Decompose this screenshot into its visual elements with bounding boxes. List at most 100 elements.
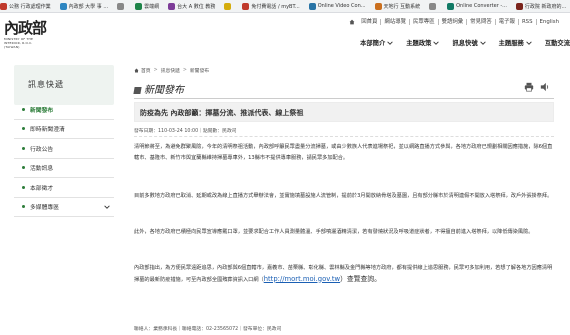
sidebar-item-label: 多媒體專區 <box>30 205 59 212</box>
bookmark-item[interactable] <box>429 2 438 10</box>
sidebar-item-news-release[interactable]: 新聞發布 <box>14 100 114 120</box>
home-icon <box>134 68 139 73</box>
sidebar-item-label: 行政公告 <box>30 146 54 153</box>
chevron-down-icon <box>387 40 393 45</box>
chevron-down-icon <box>104 204 110 209</box>
sidebar-item-clarification[interactable]: 即時新聞澄清 <box>14 120 114 139</box>
sidebar: 訊息快遞 新聞發布 即時新聞澄清 行政公告 活動訊息 本部徵才 多媒體專區 <box>0 55 123 335</box>
site-header: 內政部 MINISTRY OF THE INTERIOR, R.O.C.(TAI… <box>0 13 570 55</box>
page-title: 新聞發布 <box>133 81 184 96</box>
breadcrumb: 首頁 > 訊息快遞 > 新聞發布 <box>134 67 209 74</box>
article-paragraph: 目前多數地方政府已取消、延期或改為線上直播方式舉辦法會，並實施墳墓設施人流管制，… <box>134 193 553 199</box>
nav-news[interactable]: 訊息快號 <box>452 38 486 47</box>
bookmark-label: 內政部 大學 事 ... <box>68 3 109 10</box>
bookmark-item[interactable] <box>117 2 126 10</box>
divider <box>134 136 554 137</box>
bookmark-item[interactable]: Online Video Con... <box>308 2 366 10</box>
bookmarks-bar: 公務 行政處理作業 內政部 大學 事 ... 雲端網 台大 A 數位 教務 免付費電話 … <box>0 0 570 13</box>
util-link-english[interactable]: English <box>537 19 562 25</box>
sidebar-item-recruitment[interactable]: 本部徵才 <box>14 178 114 198</box>
bookmark-item[interactable]: 天地行 互動系統 <box>374 2 420 10</box>
article-title-box: 防疫為先 內政部籲：揮墓分流、推派代表、線上祭祖 <box>134 102 554 122</box>
bullet-icon <box>22 146 25 150</box>
util-link-faq[interactable]: 常見問答 <box>467 19 496 25</box>
bookmark-item[interactable]: 內政部 大學 事 ... <box>59 2 109 10</box>
favicon-icon <box>429 2 437 10</box>
article-title: 防疫為先 內政部籲：揮墓分流、推派代表、線上祭祖 <box>140 109 304 117</box>
bookmark-item[interactable]: 行政院 新政府的... <box>515 2 567 10</box>
article-paragraph: 此外，各地方政府已積極向民眾宣導應戴口罩，並要求配合工作人員測量體溫、手部噴灑酒… <box>134 229 534 235</box>
sidebar-item-announcement[interactable]: 行政公告 <box>14 139 114 159</box>
favicon-icon <box>117 2 125 10</box>
bullet-icon <box>22 127 25 131</box>
page-header: 新聞發布 <box>133 79 554 99</box>
util-link-home[interactable]: 回首頁 <box>358 19 382 25</box>
nav-service-label: 主題服務 <box>498 40 524 47</box>
breadcrumb-current[interactable]: 新聞發布 <box>190 67 209 74</box>
bookmark-item[interactable]: 台大 A 數位 教務 <box>168 2 215 10</box>
nav-about[interactable]: 本部簡介 <box>360 38 393 47</box>
favicon-icon <box>168 2 176 10</box>
bookmark-label: Online Converter -... <box>456 3 507 9</box>
utility-links: 回首頁 網站導覽 民眾專區 雙語詞彙 常見問答 電子報 RSS English <box>349 19 562 25</box>
util-link-glossary[interactable]: 雙語詞彙 <box>439 19 468 25</box>
bookmark-label: 公務 行政處理作業 <box>9 3 51 10</box>
bookmark-label: 雲端網 <box>144 3 160 10</box>
home-icon[interactable] <box>349 19 355 25</box>
nav-about-label: 本部簡介 <box>360 40 386 47</box>
nav-news-label: 訊息快號 <box>452 40 478 47</box>
nav-service[interactable]: 主題服務 <box>499 38 532 47</box>
breadcrumb-separator: > <box>182 68 187 73</box>
favicon-icon <box>447 2 455 10</box>
site-logo[interactable]: 內政部 MINISTRY OF THE INTERIOR, R.O.C.(TAI… <box>4 19 47 49</box>
sidebar-item-label: 新聞發布 <box>30 107 54 114</box>
breadcrumb-separator: > <box>153 68 158 73</box>
sidebar-item-label: 本部徵才 <box>30 185 54 192</box>
favicon-icon <box>515 2 523 10</box>
article-paragraph: 清明節將至，為避免群聚風險，今年的清明祭祖活動，內政部呼籲民眾盡量分流掃墓，或由… <box>134 144 553 161</box>
bookmark-item[interactable] <box>224 2 233 10</box>
main-nav: 本部簡介 主題政策 訊息快號 主題服務 互動交流 <box>347 38 570 47</box>
bookmark-label: 行政院 新政府的... <box>524 3 567 10</box>
util-link-newsletter[interactable]: 電子報 <box>496 19 519 25</box>
chevron-down-icon <box>433 40 440 45</box>
print-icon[interactable] <box>524 82 534 92</box>
favicon-icon <box>0 2 7 10</box>
bookmark-label: Online Video Con... <box>317 3 366 9</box>
util-link-public[interactable]: 民眾專區 <box>410 19 439 25</box>
bookmark-item[interactable]: Online Converter -... <box>447 2 507 10</box>
article-contact: 聯絡人：業務承科長｜聯絡電話：02-23565072｜發布單位：民政司 <box>134 327 282 332</box>
bookmark-item[interactable]: 雲端網 <box>135 2 160 10</box>
nav-policy[interactable]: 主題政策 <box>406 38 440 47</box>
mort-portal-link[interactable]: http://mort.moi.gov.tw <box>264 275 340 283</box>
chevron-down-icon <box>526 40 532 45</box>
bullet-icon <box>22 185 25 189</box>
page-title-text: 新聞發布 <box>144 85 184 96</box>
util-link-rss[interactable]: RSS <box>519 19 537 25</box>
nav-interact[interactable]: 互動交流 <box>545 38 570 47</box>
util-link-sitemap[interactable]: 網站導覽 <box>381 19 411 25</box>
sidebar-item-events[interactable]: 活動訊息 <box>14 159 114 178</box>
bookmark-item[interactable]: 公務 行政處理作業 <box>0 2 51 10</box>
chevron-down-icon <box>479 40 486 45</box>
main-content: 首頁 > 訊息快遞 > 新聞發布 新聞發布 防疫為先 內政部籲：揮墓分流、推派代… <box>130 55 565 335</box>
favicon-icon <box>59 2 67 10</box>
logo-text: 內政部 <box>4 19 47 37</box>
favicon-icon <box>308 2 316 10</box>
article-link-suffix: ）查覽查詢。 <box>340 274 381 283</box>
bookmark-item[interactable]: 免付費電話 / myBT... <box>242 2 300 10</box>
sidebar-item-multimedia[interactable]: 多媒體專區 <box>14 198 114 217</box>
favicon-icon <box>242 2 250 10</box>
favicon-icon <box>135 2 143 10</box>
favicon-icon <box>224 2 232 10</box>
breadcrumb-news[interactable]: 訊息快遞 <box>161 67 180 74</box>
nav-policy-label: 主題政策 <box>406 40 432 47</box>
sidebar-item-label: 即時新聞澄清 <box>30 127 65 134</box>
bullet-icon <box>22 205 25 209</box>
speaker-icon[interactable] <box>540 82 550 92</box>
breadcrumb-home[interactable]: 首頁 <box>141 67 151 74</box>
sidebar-item-label: 活動訊息 <box>30 166 54 173</box>
logo-english: MINISTRY OF THE INTERIOR, R.O.C.(TAIWAN) <box>4 37 34 49</box>
bullet-icon <box>22 166 25 170</box>
page-title-icon <box>133 87 142 94</box>
